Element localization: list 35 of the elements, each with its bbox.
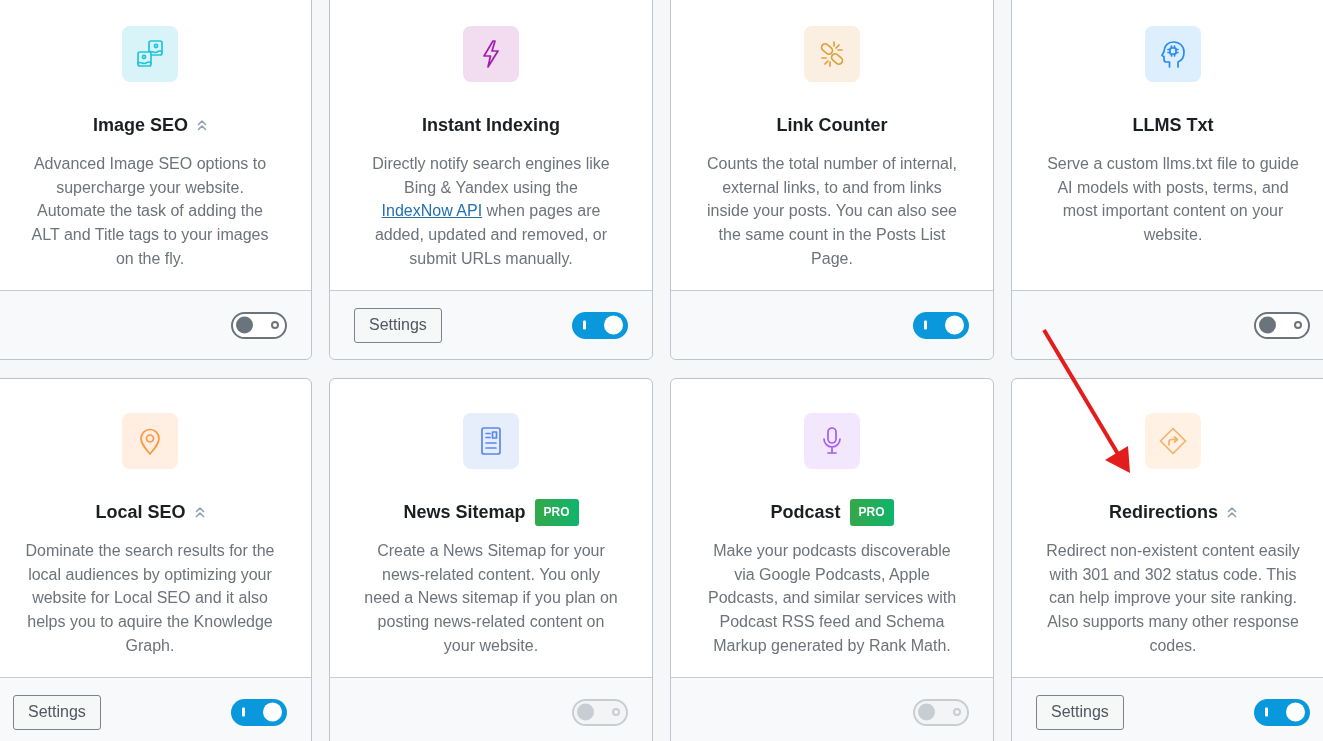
card-description: Directly notify search engines like Bing & Yandex using the IndexNow API when pages are added, updated and removed, or submit URLs manually. <box>371 154 611 269</box>
card-description: Make your podcasts discoverable via Google Podcasts, Apple Podcasts, and similar services with Podcast RSS feed and Schema Markup generated by Rank Math. <box>706 541 958 656</box>
card-title: Instant Indexing <box>422 114 560 137</box>
card-description: Dominate the search results for the local audiences by optimizing your website for Local SEO and it also helps you to aquire the Knowledge Graph. <box>24 541 276 656</box>
toggle-switch[interactable] <box>1254 311 1310 339</box>
toggle-switch[interactable] <box>231 698 287 726</box>
settings-button[interactable]: Settings <box>354 307 442 343</box>
toggle-switch[interactable] <box>231 311 287 339</box>
card-description: Advanced Image SEO options to supercharge your website. Automate the task of adding the ALT and Title tags to your images on the fly. <box>30 154 270 269</box>
lightning-icon <box>463 26 519 82</box>
card-title: Link Counter <box>776 114 888 137</box>
settings-button[interactable]: Settings <box>13 694 101 730</box>
microphone-icon <box>804 413 860 469</box>
map-pin-icon <box>122 413 178 469</box>
card-description: Create a News Sitemap for your news-related content. You only need a News sitemap if you plan on posting news-related content on your website. <box>363 541 619 656</box>
head-chip-icon <box>1145 26 1201 82</box>
card-title: Local SEO <box>95 501 186 524</box>
card-title: News Sitemap <box>403 501 526 524</box>
broken-link-icon <box>804 26 860 82</box>
description-link[interactable]: IndexNow API <box>381 202 483 220</box>
card-description: Serve a custom llms.txt file to guide AI models with posts, terms, and most important content on your website. <box>1046 154 1300 246</box>
card-title: Podcast <box>770 501 841 524</box>
card-description: Redirect non-existent content easily with 301 and 302 status code. This can help improve your site ranking. Also supports many other response codes. <box>1045 541 1301 656</box>
card-title: Image SEO <box>92 114 188 137</box>
pro-badge: PRO <box>534 498 579 526</box>
toggle-switch[interactable] <box>913 311 969 339</box>
card-description: Counts the total number of internal, external links, to and from links inside your posts. You can also see the same count in the Posts List Page. <box>706 154 958 269</box>
toggle-switch[interactable] <box>1254 698 1310 726</box>
settings-button[interactable]: Settings <box>1036 694 1124 730</box>
newspaper-icon <box>463 413 519 469</box>
card-title: LLMS Txt <box>1132 114 1214 137</box>
card-title: Redirections <box>1109 501 1218 524</box>
pictures-icon <box>122 26 178 82</box>
pro-badge: PRO <box>849 498 894 526</box>
toggle-switch[interactable] <box>572 311 628 339</box>
